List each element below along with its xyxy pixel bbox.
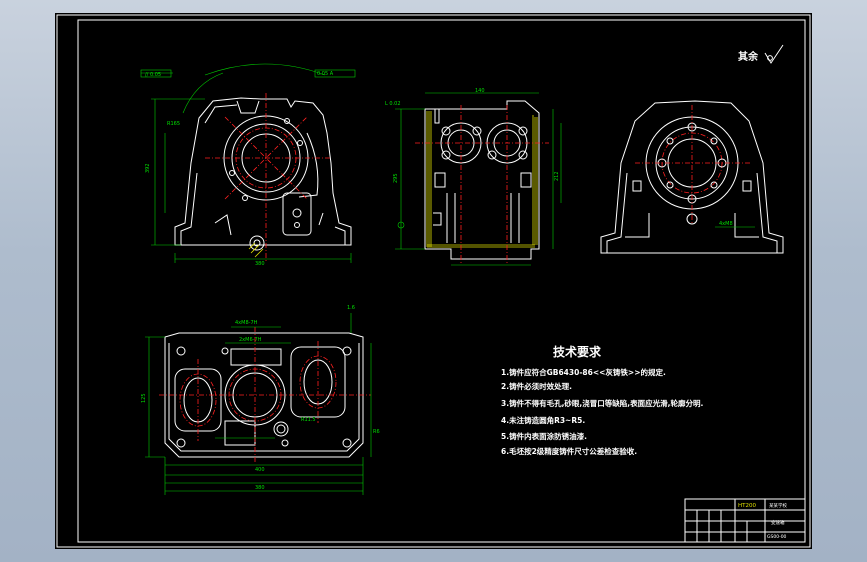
svg-text:2xM6-7H: 2xM6-7H [239, 337, 262, 343]
svg-text:380: 380 [255, 485, 265, 491]
tech-req-item-2: 2.铸件必须时效处理. [501, 381, 572, 391]
cad-screen: { "rough_mark": "其余", "tech_requirements… [0, 0, 867, 562]
tech-req-item-1: 1.铸件应符合GB6430-86<<灰铸铁>>的规定. [501, 367, 666, 377]
svg-text:4xM8-7H: 4xM8-7H [235, 320, 258, 326]
roughness-icon [764, 44, 784, 64]
tech-req-title: 技术要求 [553, 344, 602, 359]
title-block: HT200 某某学校 变速箱 GS00-00 [684, 498, 806, 543]
svg-text:140: 140 [475, 88, 485, 94]
svg-text:4xM8: 4xM8 [719, 221, 733, 227]
svg-text:380: 380 [255, 261, 265, 267]
svg-text:212: 212 [554, 171, 560, 181]
roughness-note: 其余 [738, 44, 784, 64]
svg-text:R6: R6 [373, 429, 380, 435]
title-block-drawing-no: GS00-00 [767, 534, 787, 540]
top-view: 4xM8-7H 2xM6-7H 400 380 125 R11.5 R6 1.6 [141, 305, 380, 495]
cad-viewport[interactable]: 其余 392 380 R165 0.05 A // 0.05 295 212 1… [55, 13, 812, 549]
hatch-left-wall [426, 111, 432, 247]
side-section-view: 295 212 140 L 0.02 [385, 88, 562, 266]
roughness-label: 其余 [738, 50, 759, 63]
svg-text:0.05 A: 0.05 A [317, 71, 334, 77]
title-block-material: HT200 [738, 503, 756, 509]
tech-req-item-5: 5.铸件内表面涂防锈油漆. [501, 431, 587, 441]
tech-req-item-3: 3.铸件不得有毛孔,砂眼,浇冒口等缺陷,表面应光滑,轮廓分明. [501, 398, 703, 408]
tech-req-item-4: 4.未注铸造圆角R3~R5. [501, 415, 585, 425]
svg-text:R11.5: R11.5 [301, 417, 316, 423]
svg-text:R165: R165 [167, 121, 180, 127]
svg-text:400: 400 [255, 467, 265, 473]
technical-requirements: 技术要求 1.铸件应符合GB6430-86<<灰铸铁>>的规定. 2.铸件必须时… [501, 344, 703, 456]
svg-text:L 0.02: L 0.02 [385, 101, 401, 107]
svg-text:295: 295 [393, 173, 399, 183]
svg-text:392: 392 [145, 163, 151, 173]
tech-req-item-6: 6.毛坯按2级精度铸件尺寸公差检查验收. [501, 446, 637, 456]
drawing-frame [77, 19, 806, 543]
sheet-border [56, 14, 811, 548]
front-view: 392 380 R165 0.05 A // 0.05 [140, 63, 356, 267]
title-block-school: 某某学校 [769, 502, 787, 509]
title-block-part-name: 变速箱 [771, 519, 785, 526]
svg-text:1.6: 1.6 [347, 305, 355, 311]
svg-text:// 0.05: // 0.05 [145, 72, 161, 78]
rear-view: 4xM8 [600, 100, 784, 254]
svg-text:125: 125 [141, 393, 147, 403]
engineering-drawing: 其余 392 380 R165 0.05 A // 0.05 295 212 1… [56, 14, 811, 548]
